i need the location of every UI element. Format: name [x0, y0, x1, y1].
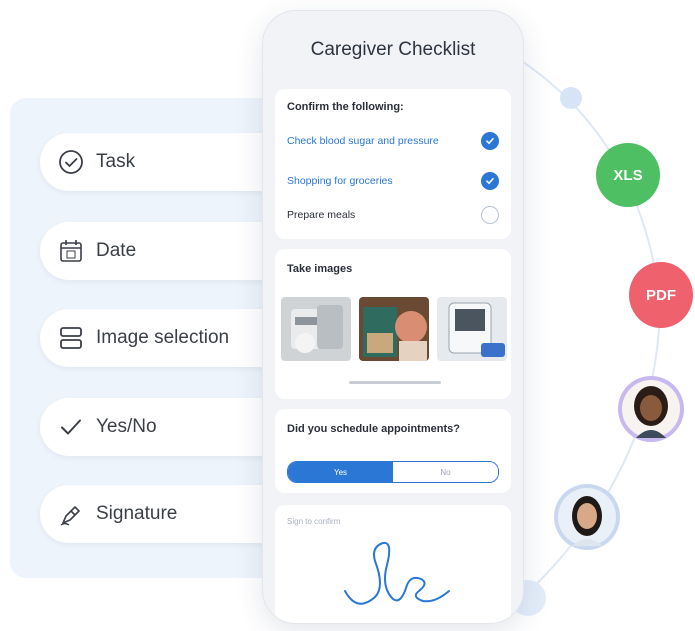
phone-mockup: Caregiver Checklist Confirm the followin…: [262, 10, 524, 624]
cabinet-photo[interactable]: [359, 297, 429, 361]
field-date[interactable]: Date: [40, 222, 290, 280]
calendar-icon: [58, 238, 84, 264]
checked-circle-icon[interactable]: [481, 132, 499, 150]
yes-no-toggle[interactable]: Yes No: [287, 461, 499, 483]
signature-card: Sign to confirm: [275, 505, 511, 623]
signature-drawing[interactable]: [325, 531, 475, 613]
checkmark-icon: [58, 414, 84, 440]
field-label: Yes/No: [96, 416, 157, 437]
field-label: Image selection: [96, 327, 230, 348]
avatar[interactable]: [554, 484, 620, 550]
field-signature[interactable]: Signature: [40, 485, 290, 543]
no-option[interactable]: No: [393, 462, 498, 482]
xls-badge[interactable]: XLS: [596, 143, 660, 207]
appointments-question: Did you schedule appointments?: [287, 423, 460, 435]
avatar[interactable]: [618, 376, 684, 442]
signature-icon: [58, 501, 84, 527]
checklist-item[interactable]: Shopping for groceries: [287, 171, 499, 191]
yes-option[interactable]: Yes: [288, 462, 393, 482]
unchecked-circle-icon[interactable]: [481, 206, 499, 224]
confirm-card: Confirm the following: Check blood sugar…: [275, 89, 511, 239]
field-label: Signature: [96, 503, 178, 524]
checklist-title: Caregiver Checklist: [310, 39, 476, 60]
field-yes-no[interactable]: Yes/No: [40, 398, 290, 456]
images-heading: Take images: [287, 263, 353, 275]
checklist-item[interactable]: Prepare meals: [287, 205, 499, 225]
medication-photo[interactable]: [281, 297, 351, 361]
field-image-selection[interactable]: Image selection: [40, 309, 290, 367]
field-task[interactable]: Task: [40, 133, 290, 191]
field-label: Date: [96, 240, 137, 261]
scroll-indicator[interactable]: [349, 381, 441, 384]
checklist-item-label: Check blood sugar and pressure: [287, 135, 439, 147]
confirm-heading: Confirm the following:: [287, 101, 404, 113]
check-circle-icon: [58, 149, 84, 175]
checked-circle-icon[interactable]: [481, 172, 499, 190]
field-label: Task: [96, 151, 136, 172]
checklist-item[interactable]: Check blood sugar and pressure: [287, 131, 499, 151]
images-card: Take images: [275, 249, 511, 399]
signature-placeholder: Sign to confirm: [287, 517, 341, 526]
image-selection-icon: [58, 325, 84, 351]
checklist-item-label: Prepare meals: [287, 209, 356, 221]
monitor-photo[interactable]: [437, 297, 507, 361]
appointments-card: Did you schedule appointments? Yes No: [275, 409, 511, 493]
checklist-item-label: Shopping for groceries: [287, 175, 393, 187]
pdf-badge[interactable]: PDF: [629, 262, 693, 328]
